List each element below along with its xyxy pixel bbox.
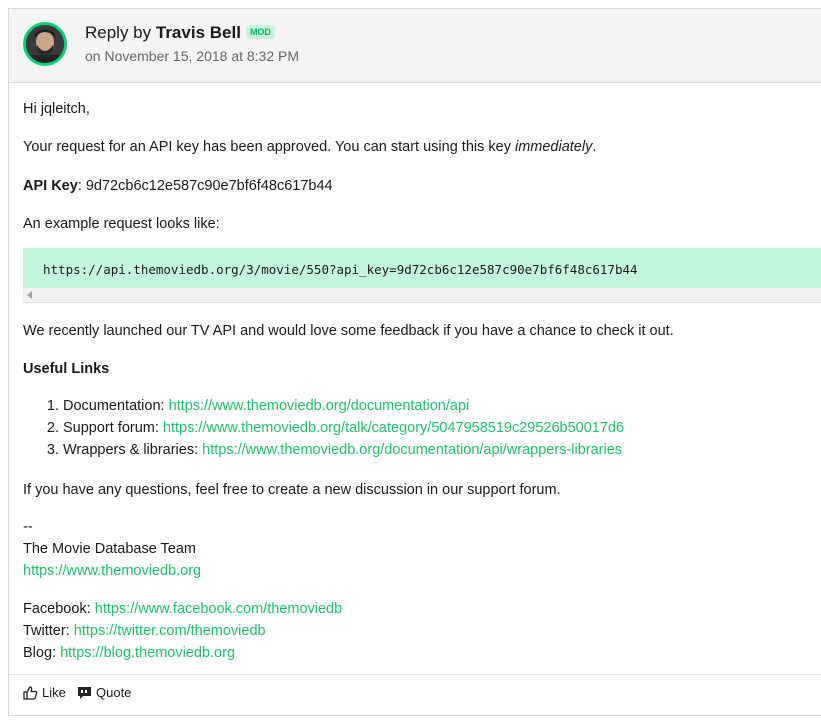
signature-dash: --: [23, 519, 33, 535]
example-intro: An example request looks like:: [23, 216, 220, 232]
api-key-label: API Key: [23, 178, 78, 194]
blog-link[interactable]: https://blog.themoviedb.org: [60, 645, 235, 661]
wrappers-link[interactable]: https://www.themoviedb.org/documentation…: [202, 442, 622, 458]
scroll-left-arrow-icon[interactable]: [27, 291, 32, 299]
facebook-line: Facebook: https://www.facebook.com/themo…: [23, 598, 342, 620]
quote-icon: [78, 686, 91, 699]
avatar[interactable]: [23, 22, 67, 66]
link-label: Support forum:: [63, 420, 163, 436]
example-code: https://api.themoviedb.org/3/movie/550?a…: [43, 262, 638, 277]
quote-button[interactable]: Quote: [77, 685, 131, 700]
facebook-link[interactable]: https://www.facebook.com/themoviedb: [95, 601, 342, 617]
signature-team: The Movie Database Team: [23, 541, 197, 557]
api-key-value: : 9d72cb6c12e587c90e7bf6f48c617b44: [77, 178, 333, 194]
twitter-label: Twitter:: [23, 623, 74, 639]
reply-footer: Like Quote: [9, 674, 821, 715]
list-item: Support forum: https://www.themoviedb.or…: [63, 417, 624, 439]
approval-paragraph: Your request for an API key has been app…: [23, 136, 596, 158]
reply-byline: Reply by Travis Bell MOD: [85, 23, 275, 43]
reply-card: Reply by Travis Bell MOD on November 15, …: [8, 8, 821, 716]
signature-url-link[interactable]: https://www.themoviedb.org: [23, 560, 201, 582]
author-name[interactable]: Travis Bell: [156, 23, 241, 42]
twitter-link[interactable]: https://twitter.com/themoviedb: [74, 623, 266, 639]
greeting: Hi jqleitch,: [23, 101, 90, 117]
useful-links-heading: Useful Links: [23, 361, 110, 377]
useful-links-list: Documentation: https://www.themoviedb.or…: [23, 395, 624, 461]
mod-badge: MOD: [245, 25, 275, 39]
code-block: https://api.themoviedb.org/3/movie/550?a…: [23, 248, 821, 303]
reply-prefix: Reply by: [85, 23, 152, 42]
questions-text: If you have any questions, feel free to …: [23, 482, 561, 498]
api-key-line: API Key: 9d72cb6c12e587c90e7bf6f48c617b4…: [23, 175, 333, 197]
code-scrollbar[interactable]: [23, 288, 821, 302]
thumbs-up-icon: [23, 685, 38, 700]
list-item: Wrappers & libraries: https://www.themov…: [63, 439, 624, 461]
like-label: Like: [42, 685, 66, 700]
facebook-label: Facebook:: [23, 601, 95, 617]
like-button[interactable]: Like: [23, 685, 66, 700]
twitter-line: Twitter: https://twitter.com/themoviedb: [23, 620, 266, 642]
list-item: Documentation: https://www.themoviedb.or…: [63, 395, 624, 417]
documentation-link[interactable]: https://www.themoviedb.org/documentation…: [169, 398, 470, 414]
blog-label: Blog:: [23, 645, 61, 661]
tv-api-text: We recently launched our TV API and woul…: [23, 323, 674, 339]
link-label: Wrappers & libraries:: [63, 442, 203, 458]
reply-date: on November 15, 2018 at 8:32 PM: [85, 48, 300, 64]
quote-label: Quote: [96, 685, 132, 700]
approval-emphasis: immediately: [514, 139, 593, 155]
approval-text: Your request for an API key has been app…: [23, 139, 515, 155]
blog-line: Blog: https://blog.themoviedb.org: [23, 642, 235, 664]
reply-header: Reply by Travis Bell MOD on November 15, …: [9, 9, 821, 83]
link-label: Documentation:: [63, 398, 169, 414]
approval-end: .: [592, 139, 597, 155]
support-forum-link[interactable]: https://www.themoviedb.org/talk/category…: [163, 420, 624, 436]
avatar-image: [26, 25, 64, 63]
